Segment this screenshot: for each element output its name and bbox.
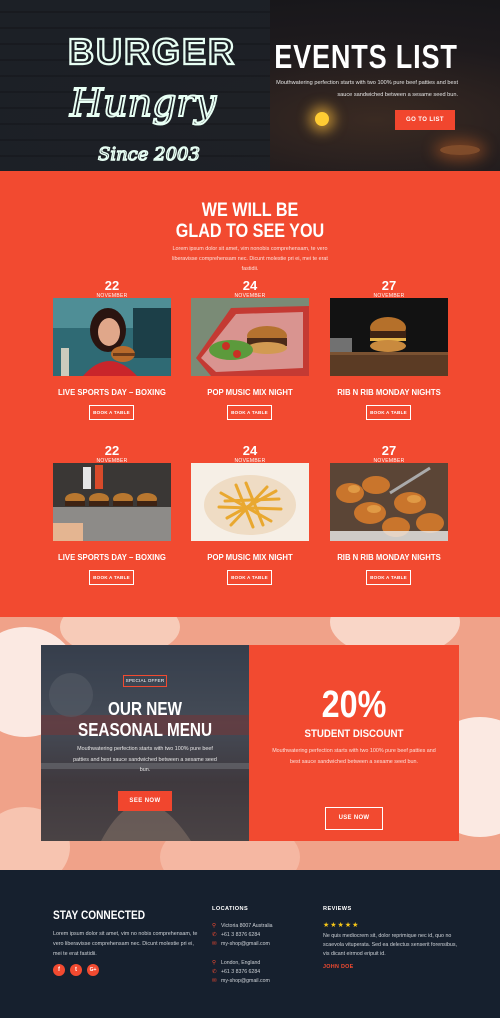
event-month: NOVEMBER <box>96 293 128 299</box>
go-to-list-button[interactable]: GO TO LIST <box>395 110 455 130</box>
event-month: NOVEMBER <box>234 458 266 464</box>
event-name: RIB N RIB MONDAY NIGHTS <box>337 387 441 397</box>
star-rating: ★★★★★ <box>323 922 360 929</box>
google-plus-icon[interactable]: G+ <box>87 964 99 976</box>
book-a-table-button[interactable]: BOOK A TABLE <box>366 405 411 420</box>
event-image-fried-chicken <box>330 463 448 541</box>
stay-connected-heading: STAY CONNECTED <box>53 910 146 922</box>
location-phone-text: +61 3 8376 6284 <box>221 969 261 975</box>
book-a-table-button[interactable]: BOOK A TABLE <box>89 405 134 420</box>
seasonal-menu-title-line-1: OUR NEW <box>108 699 182 719</box>
lamp-light <box>440 145 480 155</box>
location-address-text: Victoria 8007 Australia <box>221 923 273 929</box>
location-phone[interactable]: ✆ +61 3 8376 6284 <box>212 969 260 975</box>
neon-line-2: Hungry <box>69 81 217 125</box>
footer: STAY CONNECTED Lorem ipsum dolor sit ame… <box>0 870 500 1018</box>
special-offer-tag: SPECIAL OFFER <box>123 675 167 687</box>
event-day: 27 <box>381 278 397 293</box>
event-month: NOVEMBER <box>373 293 405 299</box>
discount-title: STUDENT DISCOUNT <box>304 728 404 740</box>
location-email[interactable]: ✉ my-shop@gmail.com <box>212 978 270 984</box>
lamp-light <box>315 112 329 126</box>
book-a-table-button[interactable]: BOOK A TABLE <box>89 570 134 585</box>
location-phone[interactable]: ✆ +61 3 8376 6284 <box>212 932 260 938</box>
location-email-text: my-shop@gmail.com <box>221 978 270 984</box>
seasonal-menu-title: OUR NEW SEASONAL MENU <box>57 699 234 741</box>
twitter-icon[interactable]: t <box>70 964 82 976</box>
event-day: 24 <box>242 278 258 293</box>
seasonal-menu-description: Mouthwatering perfection starts with two… <box>73 746 217 773</box>
events-heading: WE WILL BE GLAD TO SEE YOU <box>38 200 463 242</box>
event-month: NOVEMBER <box>96 458 128 464</box>
neon-line-3: Since 2003 <box>98 144 200 165</box>
review-text: Ne quis mediocrem sit, dolor reprimique … <box>323 933 457 957</box>
offer-section: SPECIAL OFFER OUR NEW SEASONAL MENU Mout… <box>0 617 500 870</box>
event-name: RIB N RIB MONDAY NIGHTS <box>337 552 441 562</box>
location-address-text: London, England <box>221 960 261 966</box>
event-name: POP MUSIC MIX NIGHT <box>207 387 293 397</box>
events-section: WE WILL BE GLAD TO SEE YOU Lorem ipsum d… <box>0 171 500 617</box>
location-email[interactable]: ✉ my-shop@gmail.com <box>212 941 270 947</box>
event-day: 24 <box>242 443 258 458</box>
neon-line-1: BURGER <box>68 31 236 72</box>
hero-description: Mouthwatering perfection starts with two… <box>276 80 458 98</box>
locations-heading: LOCATIONS <box>212 906 249 912</box>
event-image-burger-on-board <box>330 298 448 376</box>
seasonal-menu-title-line-2: SEASONAL MENU <box>77 720 213 740</box>
book-a-table-button[interactable]: BOOK A TABLE <box>227 405 272 420</box>
mail-icon: ✉ <box>212 941 217 947</box>
review-author: JOHN DOE <box>323 964 354 970</box>
phone-icon: ✆ <box>212 932 217 938</box>
map-pin-icon: ⚲ <box>212 923 217 929</box>
neon-sign-image: BURGER Hungry Since 2003 <box>67 30 236 166</box>
see-now-button[interactable]: SEE NOW <box>118 791 172 811</box>
events-heading-line-2: GLAD TO SEE YOU <box>175 221 325 242</box>
event-name: POP MUSIC MIX NIGHT <box>207 552 293 562</box>
page-title: EVENTS LIST <box>274 38 458 75</box>
event-image-burgers-counter <box>53 463 171 541</box>
event-day: 22 <box>104 278 120 293</box>
event-month: NOVEMBER <box>234 293 266 299</box>
hero-section: BURGER Hungry Since 2003 EVENTS LIST Mou… <box>0 0 500 171</box>
student-discount-panel: 20% STUDENT DISCOUNT Mouthwatering perfe… <box>249 645 459 841</box>
location-email-text: my-shop@gmail.com <box>221 941 270 947</box>
location-address: ⚲ Victoria 8007 Australia <box>212 923 273 929</box>
event-image-woman-eating-burger <box>53 298 171 376</box>
event-day: 22 <box>104 443 120 458</box>
footer-about-text: Lorem ipsum dolor sit amet, vim no nobis… <box>53 931 198 957</box>
events-subtitle: Lorem ipsum dolor sit amet, vim nonobis … <box>172 246 328 272</box>
reviews-heading: REVIEWS <box>323 906 352 912</box>
facebook-icon[interactable]: f <box>53 964 65 976</box>
location-address: ⚲ London, England <box>212 960 260 966</box>
event-image-french-fries <box>191 463 309 541</box>
book-a-table-button[interactable]: BOOK A TABLE <box>227 570 272 585</box>
book-a-table-button[interactable]: BOOK A TABLE <box>366 570 411 585</box>
event-image-burger-basket <box>191 298 309 376</box>
phone-icon: ✆ <box>212 969 217 975</box>
discount-description: Mouthwatering perfection starts with two… <box>272 748 436 765</box>
event-name: LIVE SPORTS DAY – BOXING <box>58 387 166 397</box>
event-day: 27 <box>381 443 397 458</box>
map-pin-icon: ⚲ <box>212 960 217 966</box>
discount-percent: 20% <box>321 684 387 726</box>
use-now-button[interactable]: USE NOW <box>325 807 383 830</box>
location-phone-text: +61 3 8376 6284 <box>221 932 261 938</box>
events-heading-line-1: WE WILL BE <box>201 200 299 221</box>
mail-icon: ✉ <box>212 978 217 984</box>
event-month: NOVEMBER <box>373 458 405 464</box>
seasonal-menu-panel: SPECIAL OFFER OUR NEW SEASONAL MENU Mout… <box>41 645 249 841</box>
event-name: LIVE SPORTS DAY – BOXING <box>58 552 166 562</box>
